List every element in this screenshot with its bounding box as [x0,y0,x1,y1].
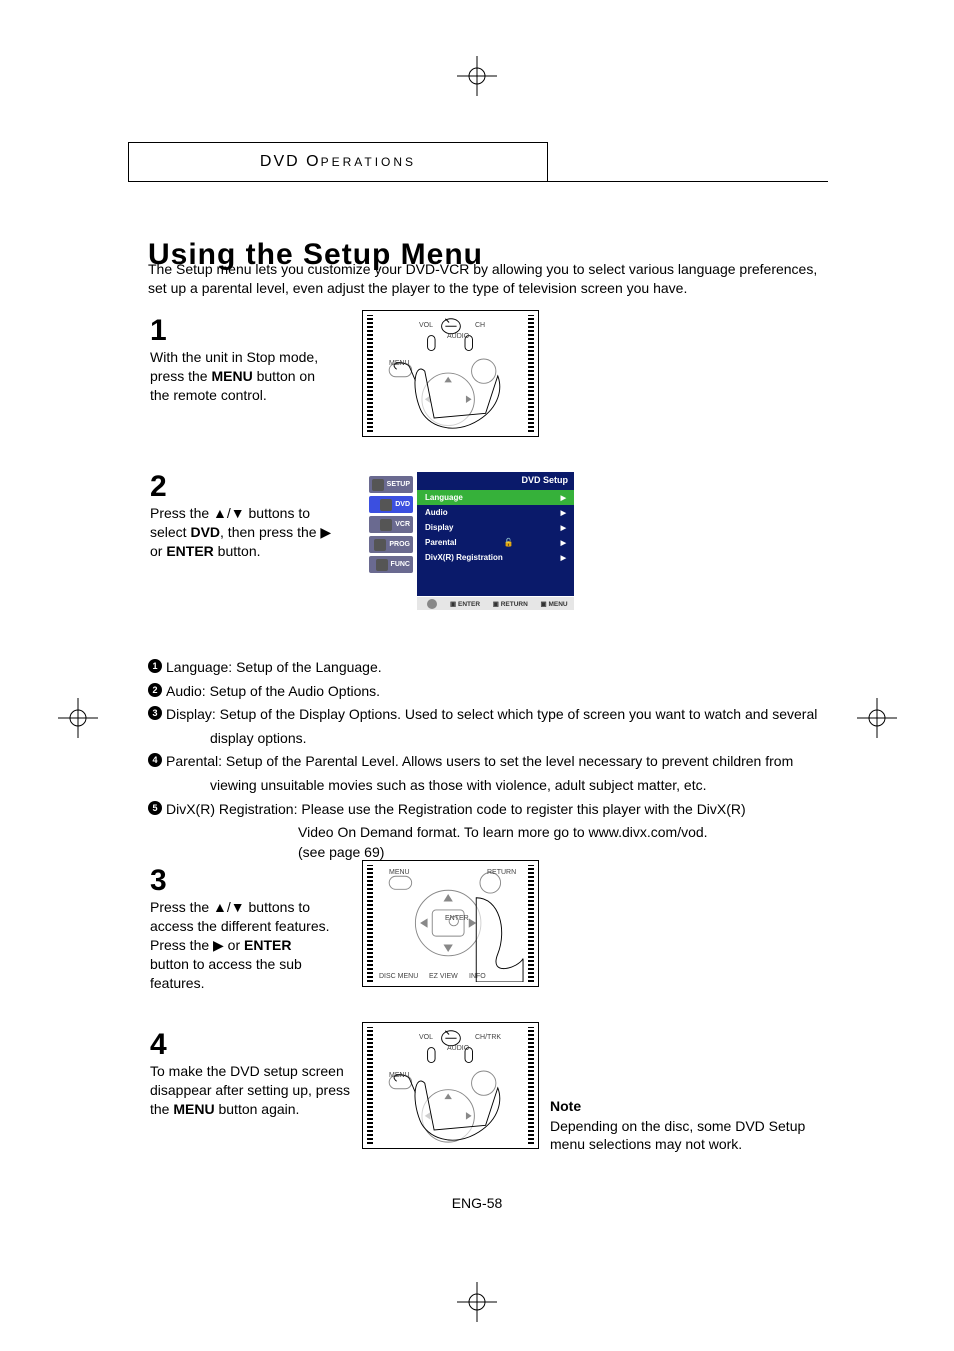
section-header: DVD OPERATIONS [128,142,548,182]
step-2: 2 Press the ▲/▼ buttons to select DVD, t… [150,472,334,561]
menu-label: MENU [389,1072,410,1079]
disc-icon [380,499,392,511]
tab-dvd: DVD [369,496,413,513]
tape-icon [380,519,392,531]
gear-icon [427,599,437,609]
enter-label: ENTER [445,915,469,922]
illustration-remote-menu-again: VOL AUDIO CH/TRK MENU [362,1022,539,1149]
feature-list: 1Language: Setup of the Language. 2Audio… [148,658,828,862]
menu-key-icon: ▣ [541,601,547,608]
menu-label: MENU [389,360,410,367]
feature-display: 3Display: Setup of the Display Options. … [148,705,828,725]
arrow-right-icon: ▶ [561,539,566,547]
arrow-right-icon: ▶ [561,509,566,517]
registration-mark-icon [457,56,497,96]
audio-label: AUDIO [447,1045,469,1052]
setup-item-display: Display▶ [425,520,566,535]
feature-audio: 2Audio: Setup of the Audio Options. [148,682,828,702]
dvd-setup-title: DVD Setup [521,475,568,485]
registration-mark-icon [857,698,897,738]
step-4: 4 To make the DVD setup screen disappear… [150,1030,350,1119]
enter-key-icon: ▣ [450,601,456,608]
step-body: With the unit in Stop mode, press the ME… [150,348,334,405]
page-footer: ENG-58 [0,1195,954,1211]
tab-vcr: VCR [369,516,413,533]
return-key-icon: ▣ [493,601,499,608]
setup-item-parental: Parental🔓▶ [425,535,566,550]
arrow-right-icon: ▶ [561,524,566,532]
step-number: 3 [150,866,334,896]
step-number: 2 [150,472,334,502]
marker-3-icon: 3 [148,706,162,720]
tab-func: FUNC [369,556,413,573]
feature-display-cont: display options. [210,729,828,749]
remote-hand-icon [367,865,534,982]
setup-footer: ▣ ENTER ▣ RETURN ▣ MENU [417,597,574,610]
step-number: 1 [150,316,334,346]
lock-icon: 🔓 [504,538,514,547]
setup-items: Language▶ Audio▶ Display▶ Parental🔓▶ Div… [425,490,566,565]
ch-label: CH [475,322,485,329]
arrow-right-icon: ▶ [561,494,566,502]
info-label: INFO [469,973,486,980]
note-body: Depending on the disc, some DVD Setup me… [550,1117,830,1153]
illustration-remote-menu: VOL AUDIO CH MENU [362,310,539,437]
intro-text: The Setup menu lets you customize your D… [148,260,828,298]
header-text-1: DVD O [260,153,321,170]
chtrk-label: CH/TRK [475,1034,501,1041]
vol-label: VOL [419,322,433,329]
setup-item-divx: DivX(R) Registration▶ [425,550,566,565]
marker-1-icon: 1 [148,659,162,673]
step-body: Press the ▲/▼ buttons to access the diff… [150,898,334,992]
feature-parental: 4Parental: Setup of the Parental Level. … [148,752,828,772]
menu-label: MENU [389,869,410,876]
step-body: Press the ▲/▼ buttons to select DVD, the… [150,504,334,561]
setup-item-audio: Audio▶ [425,505,566,520]
step-body: To make the DVD setup screen disappear a… [150,1062,350,1119]
feature-parental-cont: viewing unsuitable movies such as those … [210,776,828,796]
setup-item-language: Language▶ [417,490,574,505]
step-3: 3 Press the ▲/▼ buttons to access the di… [150,866,334,992]
illustration-remote-enter: MENU RETURN ENTER DISC MENU EZ VIEW INFO [362,860,539,987]
arrow-right-icon: ▶ [561,554,566,562]
return-label: RETURN [487,869,516,876]
feature-divx: 5DivX(R) Registration: Please use the Re… [148,800,828,820]
ezview-label: EZ VIEW [429,973,458,980]
setup-side-tabs: SETUP DVD VCR PROG FUNC [369,476,413,576]
gear-icon [372,479,384,491]
registration-mark-icon [58,698,98,738]
feature-divx-cont1: Video On Demand format. To learn more go… [298,823,828,843]
illustration-dvd-setup-screen: DVD Setup SETUP DVD VCR PROG FUNC Langua… [362,466,582,616]
feature-language: 1Language: Setup of the Language. [148,658,828,678]
tab-prog: PROG [369,536,413,553]
clock-icon [374,539,386,551]
header-rule [128,181,828,182]
header-text-2: PERATIONS [321,155,416,169]
audio-label: AUDIO [447,333,469,340]
discmenu-label: DISC MENU [379,973,418,980]
step-number: 4 [150,1030,350,1060]
marker-2-icon: 2 [148,683,162,697]
vol-label: VOL [419,1034,433,1041]
step-1: 1 With the unit in Stop mode, press the … [150,316,334,405]
marker-5-icon: 5 [148,801,162,815]
note-block: Note Depending on the disc, some DVD Set… [550,1097,830,1154]
note-title: Note [550,1097,830,1115]
func-icon [376,559,388,571]
marker-4-icon: 4 [148,753,162,767]
tab-setup: SETUP [369,476,413,493]
registration-mark-icon [457,1282,497,1322]
